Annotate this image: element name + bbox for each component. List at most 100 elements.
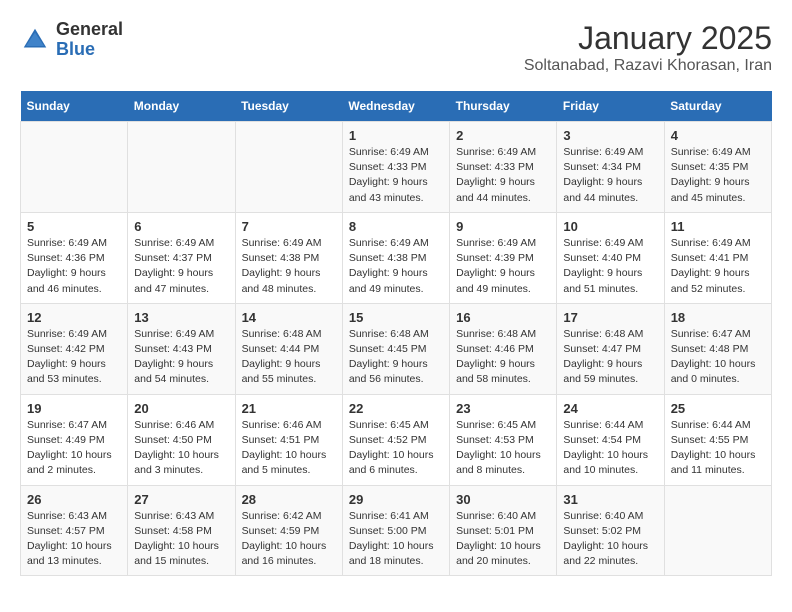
weekday-header: Tuesday: [235, 91, 342, 122]
day-info: Sunrise: 6:48 AM Sunset: 4:44 PM Dayligh…: [242, 327, 336, 388]
day-info: Sunrise: 6:49 AM Sunset: 4:38 PM Dayligh…: [349, 236, 443, 297]
calendar-cell: 3 Sunrise: 6:49 AM Sunset: 4:34 PM Daylig…: [557, 122, 664, 213]
calendar-subtitle: Soltanabad, Razavi Khorasan, Iran: [524, 57, 772, 75]
day-number: 24: [563, 401, 657, 416]
day-number: 28: [242, 492, 336, 507]
day-number: 15: [349, 310, 443, 325]
day-number: 22: [349, 401, 443, 416]
logo-text: General Blue: [56, 20, 123, 60]
calendar-cell: 7 Sunrise: 6:49 AM Sunset: 4:38 PM Daylig…: [235, 212, 342, 303]
day-number: 3: [563, 128, 657, 143]
calendar-cell: 2Sunrise: 6:49 AM Sunset: 4:33 PM Daylig…: [450, 122, 557, 213]
day-info: Sunrise: 6:49 AM Sunset: 4:43 PM Dayligh…: [134, 327, 228, 388]
calendar-cell: 30 Sunrise: 6:40 AM Sunset: 5:01 PM Dayli…: [450, 485, 557, 576]
day-number: 17: [563, 310, 657, 325]
day-number: 29: [349, 492, 443, 507]
day-number: 19: [27, 401, 121, 416]
calendar-cell: 23Sunrise: 6:45 AM Sunset: 4:53 PM Dayli…: [450, 394, 557, 485]
calendar-week-row: 26Sunrise: 6:43 AM Sunset: 4:57 PM Dayli…: [21, 485, 772, 576]
weekday-header: Wednesday: [342, 91, 449, 122]
day-info: Sunrise: 6:46 AM Sunset: 4:51 PM Dayligh…: [242, 418, 336, 479]
day-info: Sunrise: 6:49 AM Sunset: 4:34 PM Dayligh…: [563, 145, 657, 206]
logo-blue: Blue: [56, 40, 123, 60]
calendar-week-row: 12Sunrise: 6:49 AM Sunset: 4:42 PM Dayli…: [21, 303, 772, 394]
calendar-cell: 14 Sunrise: 6:48 AM Sunset: 4:44 PM Dayli…: [235, 303, 342, 394]
day-info: Sunrise: 6:42 AM Sunset: 4:59 PM Dayligh…: [242, 509, 336, 570]
day-number: 9: [456, 219, 550, 234]
calendar-cell: 20 Sunrise: 6:46 AM Sunset: 4:50 PM Dayli…: [128, 394, 235, 485]
day-number: 10: [563, 219, 657, 234]
day-info: Sunrise: 6:48 AM Sunset: 4:47 PM Dayligh…: [563, 327, 657, 388]
calendar-cell: 22 Sunrise: 6:45 AM Sunset: 4:52 PM Dayli…: [342, 394, 449, 485]
day-info: Sunrise: 6:46 AM Sunset: 4:50 PM Dayligh…: [134, 418, 228, 479]
day-number: 7: [242, 219, 336, 234]
title-block: January 2025 Soltanabad, Razavi Khorasan…: [524, 20, 772, 75]
day-number: 4: [671, 128, 765, 143]
calendar-cell: 26Sunrise: 6:43 AM Sunset: 4:57 PM Dayli…: [21, 485, 128, 576]
calendar-cell: 5Sunrise: 6:49 AM Sunset: 4:36 PM Daylig…: [21, 212, 128, 303]
day-info: Sunrise: 6:49 AM Sunset: 4:42 PM Dayligh…: [27, 327, 121, 388]
day-info: Sunrise: 6:47 AM Sunset: 4:48 PM Dayligh…: [671, 327, 765, 388]
day-number: 21: [242, 401, 336, 416]
day-number: 14: [242, 310, 336, 325]
day-info: Sunrise: 6:43 AM Sunset: 4:58 PM Dayligh…: [134, 509, 228, 570]
day-info: Sunrise: 6:49 AM Sunset: 4:40 PM Dayligh…: [563, 236, 657, 297]
day-number: 16: [456, 310, 550, 325]
calendar-cell: 27 Sunrise: 6:43 AM Sunset: 4:58 PM Dayli…: [128, 485, 235, 576]
calendar-cell: 25Sunrise: 6:44 AM Sunset: 4:55 PM Dayli…: [664, 394, 771, 485]
day-info: Sunrise: 6:44 AM Sunset: 4:54 PM Dayligh…: [563, 418, 657, 479]
calendar-cell: 15 Sunrise: 6:48 AM Sunset: 4:45 PM Dayli…: [342, 303, 449, 394]
calendar-cell: 28 Sunrise: 6:42 AM Sunset: 4:59 PM Dayli…: [235, 485, 342, 576]
day-info: Sunrise: 6:41 AM Sunset: 5:00 PM Dayligh…: [349, 509, 443, 570]
calendar-cell: 31 Sunrise: 6:40 AM Sunset: 5:02 PM Dayli…: [557, 485, 664, 576]
day-number: 6: [134, 219, 228, 234]
calendar-cell: [235, 122, 342, 213]
calendar-cell: 18 Sunrise: 6:47 AM Sunset: 4:48 PM Dayli…: [664, 303, 771, 394]
calendar-table: SundayMondayTuesdayWednesdayThursdayFrid…: [20, 91, 772, 576]
day-number: 18: [671, 310, 765, 325]
day-number: 30: [456, 492, 550, 507]
day-info: Sunrise: 6:45 AM Sunset: 4:52 PM Dayligh…: [349, 418, 443, 479]
logo: General Blue: [20, 20, 123, 60]
calendar-cell: 1 Sunrise: 6:49 AM Sunset: 4:33 PM Daylig…: [342, 122, 449, 213]
calendar-cell: 21 Sunrise: 6:46 AM Sunset: 4:51 PM Dayli…: [235, 394, 342, 485]
day-number: 1: [349, 128, 443, 143]
weekday-header: Thursday: [450, 91, 557, 122]
day-info: Sunrise: 6:44 AM Sunset: 4:55 PM Dayligh…: [671, 418, 765, 479]
calendar-week-row: 5Sunrise: 6:49 AM Sunset: 4:36 PM Daylig…: [21, 212, 772, 303]
calendar-cell: 19 Sunrise: 6:47 AM Sunset: 4:49 PM Dayli…: [21, 394, 128, 485]
calendar-cell: 24 Sunrise: 6:44 AM Sunset: 4:54 PM Dayli…: [557, 394, 664, 485]
day-info: Sunrise: 6:47 AM Sunset: 4:49 PM Dayligh…: [27, 418, 121, 479]
calendar-week-row: 19 Sunrise: 6:47 AM Sunset: 4:49 PM Dayli…: [21, 394, 772, 485]
calendar-cell: [128, 122, 235, 213]
calendar-cell: 12Sunrise: 6:49 AM Sunset: 4:42 PM Dayli…: [21, 303, 128, 394]
calendar-cell: [664, 485, 771, 576]
logo-general: General: [56, 20, 123, 40]
weekday-header: Friday: [557, 91, 664, 122]
day-number: 8: [349, 219, 443, 234]
day-info: Sunrise: 6:49 AM Sunset: 4:33 PM Dayligh…: [349, 145, 443, 206]
day-info: Sunrise: 6:43 AM Sunset: 4:57 PM Dayligh…: [27, 509, 121, 570]
calendar-cell: 13Sunrise: 6:49 AM Sunset: 4:43 PM Dayli…: [128, 303, 235, 394]
logo-icon: [20, 25, 50, 55]
day-number: 11: [671, 219, 765, 234]
calendar-title: January 2025: [524, 20, 772, 57]
day-number: 27: [134, 492, 228, 507]
calendar-cell: 16 Sunrise: 6:48 AM Sunset: 4:46 PM Dayli…: [450, 303, 557, 394]
weekday-header: Saturday: [664, 91, 771, 122]
day-number: 2: [456, 128, 550, 143]
day-info: Sunrise: 6:40 AM Sunset: 5:01 PM Dayligh…: [456, 509, 550, 570]
day-info: Sunrise: 6:49 AM Sunset: 4:39 PM Dayligh…: [456, 236, 550, 297]
day-number: 20: [134, 401, 228, 416]
day-number: 23: [456, 401, 550, 416]
day-info: Sunrise: 6:49 AM Sunset: 4:38 PM Dayligh…: [242, 236, 336, 297]
day-info: Sunrise: 6:48 AM Sunset: 4:46 PM Dayligh…: [456, 327, 550, 388]
calendar-week-row: 1 Sunrise: 6:49 AM Sunset: 4:33 PM Daylig…: [21, 122, 772, 213]
calendar-cell: 11Sunrise: 6:49 AM Sunset: 4:41 PM Dayli…: [664, 212, 771, 303]
calendar-cell: 8 Sunrise: 6:49 AM Sunset: 4:38 PM Daylig…: [342, 212, 449, 303]
day-info: Sunrise: 6:49 AM Sunset: 4:36 PM Dayligh…: [27, 236, 121, 297]
day-info: Sunrise: 6:48 AM Sunset: 4:45 PM Dayligh…: [349, 327, 443, 388]
day-number: 31: [563, 492, 657, 507]
day-info: Sunrise: 6:40 AM Sunset: 5:02 PM Dayligh…: [563, 509, 657, 570]
weekday-header: Monday: [128, 91, 235, 122]
